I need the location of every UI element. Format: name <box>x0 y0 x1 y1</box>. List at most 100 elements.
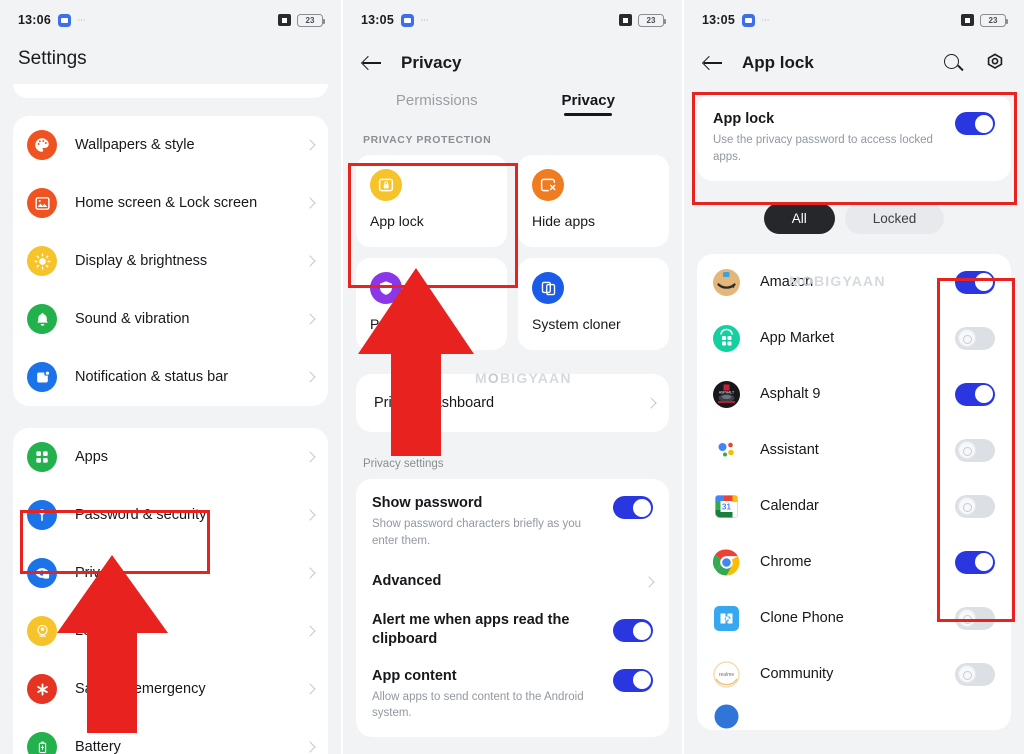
row-text: App content Allow apps to send content t… <box>372 667 613 722</box>
app-lock-toggle[interactable] <box>955 382 995 406</box>
row-app-content[interactable]: App content Allow apps to send content t… <box>356 659 669 737</box>
segment-locked[interactable]: Locked <box>844 203 945 235</box>
app-lock-toggle[interactable] <box>955 326 995 350</box>
messages-icon <box>400 13 414 27</box>
row-subtitle: Allow apps to send content to the Androi… <box>372 690 584 720</box>
clipboard-alert-toggle[interactable] <box>613 619 653 643</box>
amazon-icon <box>713 268 740 296</box>
app-lock-toggle[interactable] <box>955 550 995 574</box>
row-subtitle: Use the privacy password to access locke… <box>713 133 933 163</box>
tab-permissions[interactable]: Permissions <box>361 92 513 116</box>
tile-system-cloner[interactable]: System cloner <box>518 258 669 350</box>
list-item[interactable]: App Market <box>697 310 1011 366</box>
list-item[interactable]: 31 Calendar <box>697 478 1011 534</box>
status-overflow-dots: ··· <box>419 14 429 26</box>
svg-text:realme: realme <box>719 672 735 678</box>
sidebar-item-label: Password & security <box>75 507 207 523</box>
screenshot-icon <box>961 14 974 26</box>
status-bar: 13:05 ··· 23 <box>684 0 1024 40</box>
phone-screen-settings: 13:06 ··· 23 Settings Wallpapers & style <box>0 0 341 754</box>
chrome-icon <box>712 549 740 576</box>
messages-icon <box>741 13 755 27</box>
filter-segments: All Locked <box>684 203 1024 235</box>
location-icon <box>27 616 57 646</box>
list-item-partial[interactable] <box>697 702 1011 730</box>
status-time: 13:06 <box>18 13 51 27</box>
sun-icon <box>27 246 57 276</box>
sidebar-item-battery[interactable]: Battery <box>13 718 328 754</box>
chevron-right-icon <box>304 567 316 579</box>
tab-privacy[interactable]: Privacy <box>513 92 665 116</box>
app-lock-master-toggle[interactable] <box>955 112 995 135</box>
tile-app-lock[interactable]: App lock <box>356 155 507 247</box>
chevron-right-icon <box>304 371 316 383</box>
app-lock-toggle[interactable] <box>955 606 995 630</box>
screenshot-root: 13:06 ··· 23 Settings Wallpapers & style <box>0 0 1024 754</box>
app-lock-toggle[interactable] <box>955 494 995 518</box>
app-lock-toggle[interactable] <box>955 662 995 686</box>
settings-group-personalization: Wallpapers & style Home screen & Lock sc… <box>13 116 328 406</box>
chevron-right-icon <box>645 397 657 409</box>
list-item[interactable]: Amazon <box>697 254 1011 310</box>
section-caption-privacy-settings: Privacy settings <box>363 458 444 470</box>
list-item[interactable]: Clone Phone <box>697 590 1011 646</box>
segment-all[interactable]: All <box>763 203 835 235</box>
app-name: Amazon <box>760 274 814 291</box>
screenshot-icon <box>619 14 632 26</box>
sidebar-item-privacy[interactable]: Privacy <box>13 544 328 602</box>
row-app-lock-master[interactable]: App lock Use the privacy password to acc… <box>697 94 1011 181</box>
chevron-right-icon <box>304 625 316 637</box>
grid-icon <box>27 442 57 472</box>
row-advanced[interactable]: Advanced <box>356 564 669 603</box>
app-content-toggle[interactable] <box>613 668 653 692</box>
sidebar-item-apps[interactable]: Apps <box>13 428 328 486</box>
sidebar-item-sound[interactable]: Sound & vibration <box>13 290 328 348</box>
privacy-dashboard-card: Privacy dashboard <box>356 374 669 432</box>
show-password-toggle[interactable] <box>613 496 653 519</box>
partial-app-icon <box>713 703 740 730</box>
sidebar-item-password-security[interactable]: Password & security <box>13 486 328 544</box>
battery-level: 23 <box>305 15 315 25</box>
list-item[interactable]: Chrome <box>697 534 1011 590</box>
list-item[interactable]: ASPHALT Asphalt 9 <box>697 366 1011 422</box>
status-time: 13:05 <box>361 13 394 27</box>
sidebar-item-location[interactable]: Location <box>13 602 328 660</box>
phone-screen-privacy: 13:05 ··· 23 Privacy Permissions Privacy… <box>341 0 682 754</box>
notification-icon <box>27 362 57 392</box>
battery-level: 23 <box>988 15 998 25</box>
svg-text:31: 31 <box>722 502 731 511</box>
battery-level: 23 <box>646 15 656 25</box>
row-text: Show password Show password characters b… <box>372 494 613 549</box>
sidebar-item-safety-emergency[interactable]: Safety & emergency <box>13 660 328 718</box>
back-icon[interactable] <box>702 52 724 74</box>
list-item[interactable]: realme Community <box>697 646 1011 702</box>
sidebar-item-label: Wallpapers & style <box>75 137 195 153</box>
sidebar-item-home-lock-screen[interactable]: Home screen & Lock screen <box>13 174 328 232</box>
svg-text:ASPHALT: ASPHALT <box>719 390 734 394</box>
tile-private-safe[interactable]: Private Safe <box>356 258 507 350</box>
privacy-header: Privacy <box>343 40 682 92</box>
app-lock-toggle[interactable] <box>955 270 995 294</box>
back-icon[interactable] <box>361 52 383 74</box>
gear-icon[interactable] <box>984 52 1006 74</box>
sidebar-item-notification[interactable]: Notification & status bar <box>13 348 328 406</box>
asphalt9-icon: ASPHALT <box>713 380 740 408</box>
settings-list: Wallpapers & style Home screen & Lock sc… <box>0 116 341 754</box>
app-name: Assistant <box>760 442 819 459</box>
row-privacy-dashboard[interactable]: Privacy dashboard <box>356 374 669 432</box>
sidebar-item-wallpapers[interactable]: Wallpapers & style <box>13 116 328 174</box>
search-icon[interactable] <box>943 53 964 74</box>
tile-hide-apps[interactable]: Hide apps <box>518 155 669 247</box>
app-lock-toggle[interactable] <box>955 438 995 462</box>
hide-apps-icon <box>532 169 564 201</box>
settings-group-system: Apps Password & security Privacy Locatio… <box>13 428 328 754</box>
google-assistant-icon <box>713 437 740 464</box>
tile-label: Private Safe <box>370 316 447 332</box>
list-item[interactable]: Assistant <box>697 422 1011 478</box>
sidebar-item-display[interactable]: Display & brightness <box>13 232 328 290</box>
chevron-right-icon <box>304 313 316 325</box>
row-show-password[interactable]: Show password Show password characters b… <box>356 479 669 564</box>
app-name: Asphalt 9 <box>760 386 821 403</box>
app-lock-master-card: App lock Use the privacy password to acc… <box>697 94 1011 182</box>
row-clipboard-alert[interactable]: Alert me when apps read the clipboard <box>356 603 669 659</box>
